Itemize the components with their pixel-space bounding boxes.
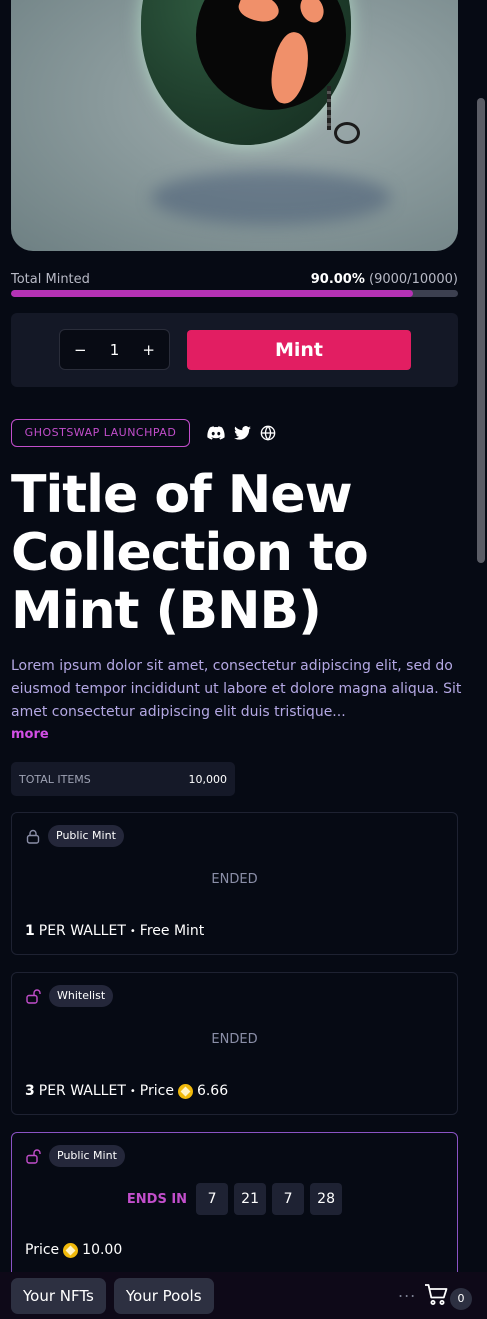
mint-button[interactable]: Mint xyxy=(187,330,411,370)
phase-status: ENDED xyxy=(211,872,258,887)
phase-name: Public Mint xyxy=(49,1145,125,1167)
globe-icon[interactable] xyxy=(260,425,276,441)
mint-phase-card: Public Mint ENDED 1 PER WALLET • Free Mi… xyxy=(11,812,458,955)
phase-details: 3 PER WALLET • Price 6.66 xyxy=(25,1083,228,1099)
your-pools-button[interactable]: Your Pools xyxy=(113,1277,214,1314)
per-wallet-label: PER WALLET xyxy=(38,1083,126,1099)
increment-button[interactable]: + xyxy=(142,341,155,359)
decrement-button[interactable]: − xyxy=(74,341,87,359)
more-link[interactable]: more xyxy=(11,727,49,742)
lock-icon xyxy=(26,829,40,844)
phase-name: Public Mint xyxy=(48,825,124,847)
price-value: 6.66 xyxy=(196,1083,229,1099)
social-links xyxy=(207,425,276,441)
phase-details: Price 10.00 xyxy=(25,1242,122,1258)
phase-name: Whitelist xyxy=(49,985,114,1007)
unlock-icon xyxy=(26,1148,41,1164)
per-wallet-count: 3 xyxy=(25,1083,35,1099)
phase-status: ENDED xyxy=(211,1032,258,1047)
price-text: Free Mint xyxy=(139,923,205,939)
countdown-days: 7 xyxy=(196,1183,229,1215)
total-items-value: 10,000 xyxy=(188,772,228,786)
your-nfts-button[interactable]: Your NFTs xyxy=(11,1277,106,1314)
cart-count-badge: 0 xyxy=(450,1288,472,1310)
progress-bar-fill xyxy=(11,290,414,297)
price-value: 10.00 xyxy=(82,1242,123,1258)
bnb-coin-icon xyxy=(177,1083,193,1099)
mint-phase-card: Whitelist ENDED 3 PER WALLET • Price 6.6… xyxy=(11,972,458,1115)
launchpad-badge[interactable]: GHOSTSWAP LAUNCHPAD xyxy=(11,419,190,447)
unlock-icon xyxy=(26,988,41,1004)
ends-in-label: ENDS IN xyxy=(126,1191,188,1207)
separator: • xyxy=(129,925,136,937)
minted-percent: 90.00% xyxy=(310,271,365,287)
total-items-label: TOTAL ITEMS xyxy=(19,772,91,786)
separator: • xyxy=(129,1085,136,1097)
countdown-minutes: 7 xyxy=(272,1183,305,1215)
discord-icon[interactable] xyxy=(207,426,225,440)
cart-icon[interactable] xyxy=(424,1284,448,1306)
price-label: Price xyxy=(139,1083,174,1099)
bnb-coin-icon xyxy=(63,1242,79,1258)
scrollbar[interactable] xyxy=(477,98,485,563)
quantity-stepper: − 1 + xyxy=(59,329,170,370)
mint-progress: Total Minted 90.00% (9000/10000) xyxy=(11,270,458,297)
twitter-icon[interactable] xyxy=(234,426,251,440)
minted-ratio: (9000/10000) xyxy=(369,271,458,287)
collection-title: Title of New Collection to Mint (BNB) xyxy=(11,465,369,641)
total-items-stat: TOTAL ITEMS 10,000 xyxy=(11,762,235,796)
quantity-value[interactable]: 1 xyxy=(110,341,120,359)
countdown: ENDS IN 7 21 7 28 xyxy=(12,1183,457,1215)
countdown-seconds: 28 xyxy=(310,1183,343,1215)
per-wallet-count: 1 xyxy=(25,923,35,939)
total-minted-label: Total Minted xyxy=(11,271,90,287)
bottom-bar: Your NFTs Your Pools ... 0 xyxy=(0,1272,487,1319)
per-wallet-label: PER WALLET xyxy=(38,923,126,939)
launchpad-row: GHOSTSWAP LAUNCHPAD xyxy=(11,419,276,447)
progress-bar xyxy=(11,290,458,297)
mint-phase-card-active: Public Mint ENDS IN 7 21 7 28 Price 10.0… xyxy=(11,1132,458,1282)
more-menu-icon[interactable]: ... xyxy=(398,1282,416,1301)
collection-description: Lorem ipsum dolor sit amet, consectetur … xyxy=(11,658,462,720)
mint-panel: − 1 + Mint xyxy=(11,313,458,387)
collection-hero-image xyxy=(11,0,458,251)
countdown-hours: 21 xyxy=(234,1183,267,1215)
phase-details: 1 PER WALLET • Free Mint xyxy=(25,923,204,939)
price-label: Price xyxy=(25,1242,60,1258)
